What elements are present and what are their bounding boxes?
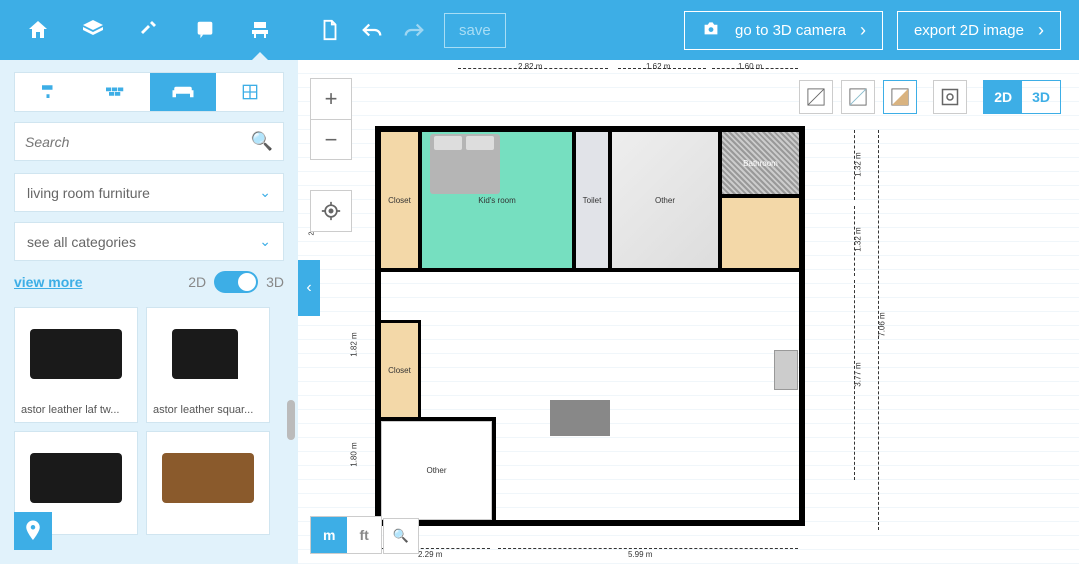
unit-ft-tab[interactable]: ft xyxy=(347,517,380,553)
pillow xyxy=(434,136,462,150)
undo-icon[interactable] xyxy=(360,18,384,42)
toggle-3d-label: 3D xyxy=(266,274,284,290)
furniture-label: astor leather laf tw... xyxy=(15,400,137,422)
top-mid-group: save xyxy=(298,13,526,48)
dropdown-all-label: see all categories xyxy=(27,234,136,250)
pin-location-button[interactable] xyxy=(14,512,52,550)
dim-label: 1.32 m xyxy=(854,152,863,176)
top-toolbar: save go to 3D camera › export 2D image › xyxy=(0,0,1079,60)
room-closet[interactable]: Closet xyxy=(381,132,418,268)
unit-segment: m ft xyxy=(310,516,382,554)
dim-label: 1.80 m xyxy=(350,442,359,466)
appliance[interactable] xyxy=(774,350,798,390)
info-icon[interactable] xyxy=(191,16,219,44)
settings-view-button[interactable] xyxy=(933,80,967,114)
go-3d-camera-button[interactable]: go to 3D camera › xyxy=(684,11,883,50)
view-row: view more 2D 3D xyxy=(14,271,284,293)
view-3d-tab[interactable]: 3D xyxy=(1022,81,1060,113)
dim-label: 1.32 m xyxy=(854,227,863,251)
new-file-icon[interactable] xyxy=(318,18,342,42)
furniture-tile[interactable]: astor leather squar... xyxy=(146,307,270,423)
unit-m-tab[interactable]: m xyxy=(311,517,347,553)
dropdown-all-categories[interactable]: see all categories ⌄ xyxy=(14,222,284,261)
dim-label: 2.82 m xyxy=(518,62,542,71)
dropdown-category-label: living room furniture xyxy=(27,185,150,201)
search-icon[interactable]: 🔍 xyxy=(251,131,273,152)
center-view-button[interactable] xyxy=(310,190,352,232)
furniture-grid: astor leather laf tw... astor leather sq… xyxy=(14,307,284,535)
ruler-dim-label: 2 xyxy=(308,232,315,236)
room-stairs[interactable]: Other xyxy=(612,132,718,268)
sofa-furniture[interactable] xyxy=(550,400,610,436)
redo-icon[interactable] xyxy=(402,18,426,42)
cat-window-icon[interactable] xyxy=(218,73,284,111)
sidebar: 🔍 living room furniture ⌄ see all catego… xyxy=(0,60,298,564)
scrollbar-thumb[interactable] xyxy=(287,400,295,440)
cat-floor-icon[interactable] xyxy=(83,73,149,111)
chevron-right-icon: › xyxy=(860,20,866,41)
furniture-tile[interactable] xyxy=(146,431,270,535)
hammer-icon[interactable] xyxy=(135,16,163,44)
furniture-thumb xyxy=(15,308,137,400)
dim-label: 7.06 m xyxy=(878,312,887,336)
room-closet2[interactable]: Closet xyxy=(381,323,418,417)
search-row: 🔍 xyxy=(14,122,284,161)
cat-furniture-icon[interactable] xyxy=(150,73,216,111)
hatch-view-1-button[interactable] xyxy=(799,80,833,114)
chevron-right-icon: › xyxy=(1038,20,1044,41)
furniture-label: astor leather squar... xyxy=(147,400,269,422)
furniture-tile[interactable]: astor leather laf tw... xyxy=(14,307,138,423)
dim-label: 2.29 m xyxy=(418,550,442,559)
export-2d-button[interactable]: export 2D image › xyxy=(897,11,1061,50)
room-toilet[interactable]: Toilet xyxy=(576,132,608,268)
chevron-down-icon: ⌄ xyxy=(259,184,271,201)
view-2d-tab[interactable]: 2D xyxy=(984,81,1022,113)
dim-label: 1.62 m xyxy=(646,62,670,71)
dim-label: 5.99 m xyxy=(628,550,652,559)
collapse-sidebar-tab[interactable]: ‹ xyxy=(298,260,320,316)
floorplan[interactable]: Closet Kid's room Toilet Other Bathroom … xyxy=(370,120,810,540)
furniture-label xyxy=(147,524,269,534)
top-left-group xyxy=(0,16,298,44)
furniture-thumb xyxy=(147,432,269,524)
canvas-search-button[interactable]: 🔍 xyxy=(383,518,419,554)
dim-label: 1.82 m xyxy=(350,332,359,356)
dim-line xyxy=(498,548,798,549)
chevron-down-icon: ⌄ xyxy=(259,233,271,250)
view-more-link[interactable]: view more xyxy=(14,274,82,290)
zoom-out-button[interactable]: − xyxy=(311,119,351,159)
dim-label: 3.77 m xyxy=(854,362,863,386)
layers-icon[interactable] xyxy=(79,16,107,44)
pillow xyxy=(466,136,494,150)
toggle-2d3d[interactable] xyxy=(214,271,258,293)
save-button[interactable]: save xyxy=(444,13,506,48)
export-2d-label: export 2D image xyxy=(914,22,1024,39)
view-mode-segment: 2D 3D xyxy=(983,80,1061,114)
dropdown-category[interactable]: living room furniture ⌄ xyxy=(14,173,284,212)
zoom-in-button[interactable]: + xyxy=(311,79,351,119)
home-icon[interactable] xyxy=(24,16,52,44)
furniture-thumb xyxy=(147,308,269,400)
dim-label: 1.60 m xyxy=(738,62,762,71)
camera-icon xyxy=(701,20,721,40)
hatch-view-2-button[interactable] xyxy=(841,80,875,114)
hatch-view-3-button[interactable] xyxy=(883,80,917,114)
chair-icon[interactable] xyxy=(246,16,274,44)
room-small[interactable] xyxy=(722,198,799,268)
cat-paint-icon[interactable] xyxy=(15,73,81,111)
room-other2[interactable]: Other xyxy=(381,421,492,520)
toggle-2d3d-wrap: 2D 3D xyxy=(188,271,284,293)
category-bar xyxy=(14,72,284,112)
go-3d-camera-label: go to 3D camera xyxy=(735,22,846,39)
top-right-group: go to 3D camera › export 2D image › xyxy=(684,11,1079,50)
furniture-thumb xyxy=(15,432,137,524)
view-toolbar: 2D 3D xyxy=(799,80,1061,114)
room-bathroom[interactable]: Bathroom xyxy=(722,132,799,194)
main-area: 🔍 living room furniture ⌄ see all catego… xyxy=(0,60,1079,564)
canvas[interactable]: + − ‹ 2 2D 3D 2.82 m 1.62 m 1.60 m xyxy=(298,60,1079,564)
zoom-control: + − xyxy=(310,78,352,160)
search-input[interactable] xyxy=(25,134,251,150)
toggle-2d-label: 2D xyxy=(188,274,206,290)
